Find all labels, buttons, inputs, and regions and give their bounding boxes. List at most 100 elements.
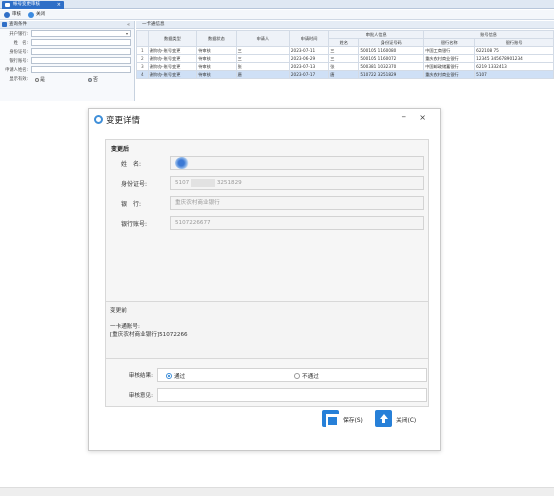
table-row[interactable]: 1 谢你办-账号变更 待审核 三 2023-07-11 三 500105 116… (136, 46, 554, 55)
row-id: 500105 1160072 (358, 54, 425, 63)
query-id-input[interactable] (31, 48, 131, 55)
query-label-display: 显示有效: (9, 77, 28, 82)
status-bar (0, 487, 554, 496)
query-name-input[interactable] (31, 39, 131, 46)
query-applicant-input[interactable] (31, 66, 131, 73)
dialog-icon (94, 115, 103, 124)
after-id-field[interactable]: 5107 3251829 (170, 176, 424, 190)
row-account: 6219 1332413 (474, 62, 554, 71)
after-change-section: 变更后 姓 名: 身份证号: 5107 3251829 银 行: 重庆农村商业银… (105, 139, 429, 407)
col-header-time[interactable]: 申请时间 (288, 30, 330, 47)
row-name: 张 (328, 62, 360, 71)
redaction-mask (191, 178, 216, 187)
audit-opinion-label: 审核意见: (128, 393, 153, 399)
display-no-option[interactable]: 否 (88, 76, 98, 83)
row-applicant: 张 (235, 62, 290, 71)
audit-fail-option[interactable]: 不通过 (294, 372, 319, 380)
after-bank-field[interactable]: 重庆农村商业银行 (170, 196, 424, 210)
col-header-id[interactable]: 身份证号码 (358, 38, 425, 47)
after-id-prefix: 5107 (175, 180, 190, 186)
query-label-bank: 开户银行: (9, 32, 28, 37)
row-bank: 重庆农村商业银行 (423, 54, 476, 63)
table-row-selected[interactable]: 4 谢你办-账号变更 待审核 唐 2023-07-17 唐 510722 325… (136, 70, 554, 79)
tab-label: 帐号变更审核 (13, 2, 40, 7)
audit-pass-option[interactable]: 通过 (166, 372, 185, 380)
audit-result-field: 通过 不通过 (157, 368, 427, 382)
col-header-num (136, 30, 149, 47)
row-applicant: 三 (235, 54, 290, 63)
row-id: 510722 3251829 (358, 70, 425, 79)
table-row[interactable]: 3 谢你办-账号变更 待审核 张 2023-07-13 张 500381 103… (136, 62, 554, 71)
save-button-label: 保存(S) (343, 418, 363, 424)
audit-button[interactable]: 审核 (3, 11, 21, 19)
row-id: 500105 1160080 (358, 46, 425, 55)
after-name-row: 姓 名: (116, 156, 426, 170)
radio-icon[interactable] (35, 77, 39, 82)
query-row-bank: 开户银行: ▾ (0, 29, 134, 38)
user-icon (4, 12, 10, 18)
chevron-down-icon[interactable]: ▾ (126, 31, 128, 36)
after-id-suffix: 3251829 (216, 180, 242, 186)
audit-pass-label: 通过 (174, 374, 186, 380)
col-header-name[interactable]: 姓名 (328, 38, 360, 47)
radio-icon[interactable] (294, 373, 300, 379)
tab-close-icon[interactable]: × (57, 1, 61, 9)
query-row-id: 身份证号: (0, 47, 134, 56)
row-name: 唐 (328, 70, 360, 79)
grid-panel-title: 一卡通信息 (136, 21, 554, 29)
display-yes-option[interactable]: 是 (35, 76, 45, 83)
query-panel-header: 查询条件 « (0, 21, 134, 29)
query-row-display: 显示有效: 是 否 (0, 74, 134, 83)
row-time: 2023-07-11 (288, 46, 330, 55)
row-type: 谢你办-账号变更 (147, 62, 198, 71)
dialog-title: 变更详情 (106, 116, 141, 126)
before-account-value: [重庆农村商业银行]51072266 (110, 332, 188, 338)
toolbar-close-label: 关闭 (36, 12, 45, 17)
col-header-account: 账号信息 (423, 30, 554, 39)
query-account-input[interactable] (31, 57, 131, 64)
toolbar-close-button[interactable]: 关闭 (27, 11, 45, 19)
after-id-label: 身份证号: (121, 181, 148, 188)
minimize-icon[interactable]: – (402, 112, 407, 122)
audit-opinion-input[interactable] (157, 388, 427, 402)
before-change-title: 变更前 (110, 308, 127, 314)
collapse-icon[interactable]: « (127, 21, 130, 29)
row-num: 1 (136, 46, 149, 55)
query-label-applicant: 申请人姓名: (5, 68, 28, 73)
dialog-close-button-label: 关闭(C) (396, 418, 417, 424)
table-row[interactable]: 2 谢你办-账号变更 待审核 三 2023-06-29 三 500105 116… (136, 54, 554, 63)
after-change-title: 变更后 (111, 146, 130, 153)
row-time: 2023-06-29 (288, 54, 330, 63)
radio-icon[interactable] (88, 77, 92, 82)
close-circle-icon (28, 12, 34, 18)
after-name-field[interactable] (170, 156, 424, 170)
col-header-type[interactable]: 数据类型 (147, 30, 198, 47)
radio-checked-icon[interactable] (166, 373, 172, 379)
audit-result-row: 审核结果: 通过 不通过 (105, 368, 429, 382)
query-panel: 查询条件 « 开户银行: ▾ 姓 名: 身份证号: 银行账号: 申请人姓名: 显… (0, 21, 135, 101)
after-account-field[interactable]: 5107226677 (170, 216, 424, 230)
query-label-id: 身份证号: (9, 50, 28, 55)
dialog-close-icon[interactable]: × (419, 113, 426, 122)
col-header-approver: 审批人信息 (328, 30, 425, 39)
col-header-applicant[interactable]: 申请人 (235, 30, 290, 47)
query-label-account: 银行账号: (9, 59, 28, 64)
after-account-label: 银行账号: (121, 221, 148, 228)
col-header-account-no[interactable]: 银行账号 (474, 38, 554, 47)
before-change-section: 变更前 一卡通账号: [重庆农村商业银行]51072266 (105, 301, 429, 359)
col-header-bank[interactable]: 银行名称 (423, 38, 476, 47)
after-account-row: 银行账号: 5107226677 (116, 216, 426, 230)
query-bank-select[interactable]: ▾ (31, 30, 131, 37)
row-id: 500381 1032370 (358, 62, 425, 71)
toolbar: 审核 关闭 (0, 10, 554, 20)
grid-panel: 一卡通信息 数据类型 数据状态 申请人 申请时间 审批人信息 账号信息 姓名 身… (136, 21, 554, 101)
query-row-name: 姓 名: (0, 38, 134, 47)
row-status: 待审核 (196, 70, 237, 79)
row-bank: 中国邮政储蓄银行 (423, 62, 476, 71)
after-bank-row: 银 行: 重庆农村商业银行 (116, 196, 426, 210)
col-header-status[interactable]: 数据状态 (196, 30, 237, 47)
home-icon (2, 22, 7, 27)
row-bank: 中国工商银行 (423, 46, 476, 55)
row-name: 三 (328, 46, 360, 55)
tab-account-change-audit[interactable]: 帐号变更审核 × (2, 1, 64, 9)
